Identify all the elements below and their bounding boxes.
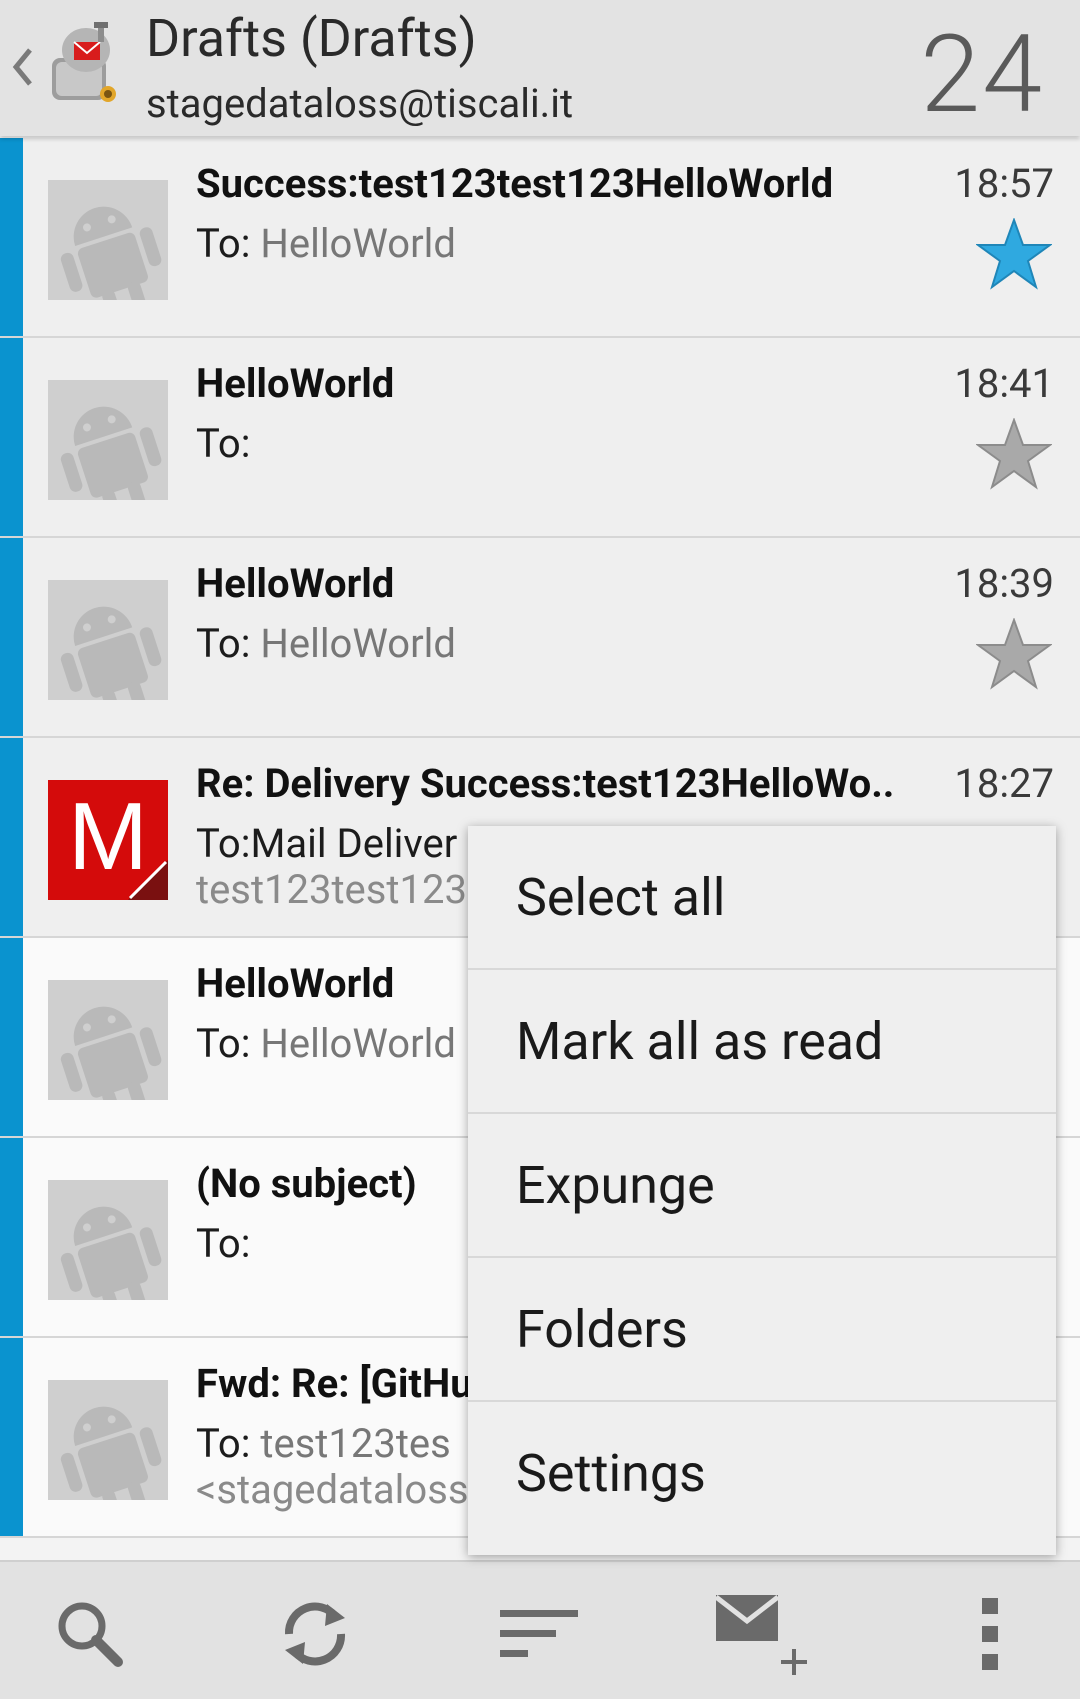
message-recipient-line: To: HelloWorld — [196, 1020, 456, 1067]
menu-item-settings[interactable]: Settings — [468, 1402, 1056, 1546]
android-placeholder-icon[interactable] — [48, 580, 168, 700]
search-button[interactable] — [40, 1584, 140, 1684]
recipient-name: test123tes — [260, 1420, 451, 1467]
recipient-name: HelloWorld — [260, 1020, 456, 1067]
android-placeholder-icon[interactable] — [48, 1180, 168, 1300]
menu-item-folders[interactable]: Folders — [468, 1258, 1056, 1402]
menu-item-mark-all-read[interactable]: Mark all as read — [468, 970, 1056, 1114]
menu-item-select-all[interactable]: Select all — [468, 826, 1056, 970]
back-chevron-icon[interactable] — [10, 42, 36, 92]
message-preview: <stagedataloss — [196, 1466, 469, 1513]
message-row[interactable]: Success:test123test123HelloWorld To: Hel… — [0, 138, 1080, 338]
search-icon — [58, 1602, 123, 1667]
account-color-bar — [0, 1338, 23, 1536]
account-color-bar — [0, 1138, 23, 1336]
recipient-name: HelloWorld — [260, 220, 456, 267]
folder-title: Drafts (Drafts) — [146, 8, 477, 69]
to-label: To: — [196, 1420, 261, 1467]
menu-item-expunge[interactable]: Expunge — [468, 1114, 1056, 1258]
star-outline-icon[interactable] — [976, 618, 1052, 690]
sort-icon — [500, 1610, 578, 1657]
message-time: 18:39 — [954, 560, 1054, 607]
message-time: 18:41 — [954, 360, 1054, 407]
to-label: To: — [196, 820, 251, 867]
account-color-bar — [0, 938, 23, 1136]
message-subject: Success:test123test123HelloWorld — [196, 160, 834, 207]
refresh-button[interactable] — [265, 1584, 365, 1684]
to-label: To: — [196, 1220, 251, 1267]
message-recipient-line: To: HelloWorld — [196, 220, 456, 267]
overflow-menu-icon — [982, 1598, 998, 1670]
recipient-name: Mail Deliver — [250, 820, 458, 867]
refresh-icon — [284, 1602, 346, 1666]
bottom-toolbar — [0, 1560, 1080, 1699]
account-color-bar — [0, 738, 23, 936]
message-time: 18:57 — [954, 160, 1054, 207]
message-subject: HelloWorld — [196, 560, 395, 607]
recipient-name: HelloWorld — [260, 620, 456, 667]
message-preview: test123test123 — [196, 866, 467, 913]
sort-button[interactable] — [490, 1584, 590, 1684]
app-header: Drafts (Drafts) stagedataloss@tiscali.it… — [0, 0, 1080, 138]
app-logo-icon[interactable] — [46, 18, 128, 114]
message-subject: HelloWorld — [196, 360, 395, 407]
message-recipient-line: To: HelloWorld — [196, 620, 456, 667]
to-label: To: — [196, 1020, 261, 1067]
account-email: stagedataloss@tiscali.it — [146, 80, 574, 127]
star-filled-icon[interactable] — [976, 218, 1052, 290]
sender-avatar-m[interactable]: M — [48, 780, 168, 900]
message-recipient-line: To: — [196, 420, 250, 467]
to-label: To: — [196, 420, 251, 467]
message-row[interactable]: HelloWorld To: HelloWorld 18:39 — [0, 538, 1080, 738]
account-color-bar — [0, 138, 23, 336]
android-placeholder-icon[interactable] — [48, 980, 168, 1100]
account-color-bar — [0, 538, 23, 736]
account-color-bar — [0, 338, 23, 536]
android-placeholder-icon[interactable] — [48, 180, 168, 300]
compose-button[interactable] — [710, 1584, 810, 1684]
star-outline-icon[interactable] — [976, 418, 1052, 490]
overflow-menu: Select all Mark all as read Expunge Fold… — [468, 826, 1056, 1555]
message-count: 24 — [920, 12, 1044, 138]
overflow-button[interactable] — [940, 1584, 1040, 1684]
message-time: 18:27 — [954, 760, 1054, 807]
to-label: To: — [196, 620, 261, 667]
android-placeholder-icon[interactable] — [48, 1380, 168, 1500]
message-recipient-line: To: test123tes — [196, 1420, 451, 1467]
message-subject: Re: Delivery Success:test123HelloWo.. — [196, 760, 895, 807]
message-recipient-line: To: — [196, 1220, 250, 1267]
message-recipient-line: To:Mail Deliver — [196, 820, 457, 867]
message-row[interactable]: HelloWorld To: 18:41 — [0, 338, 1080, 538]
to-label: To: — [196, 220, 261, 267]
compose-icon — [714, 1595, 807, 1675]
android-placeholder-icon[interactable] — [48, 380, 168, 500]
